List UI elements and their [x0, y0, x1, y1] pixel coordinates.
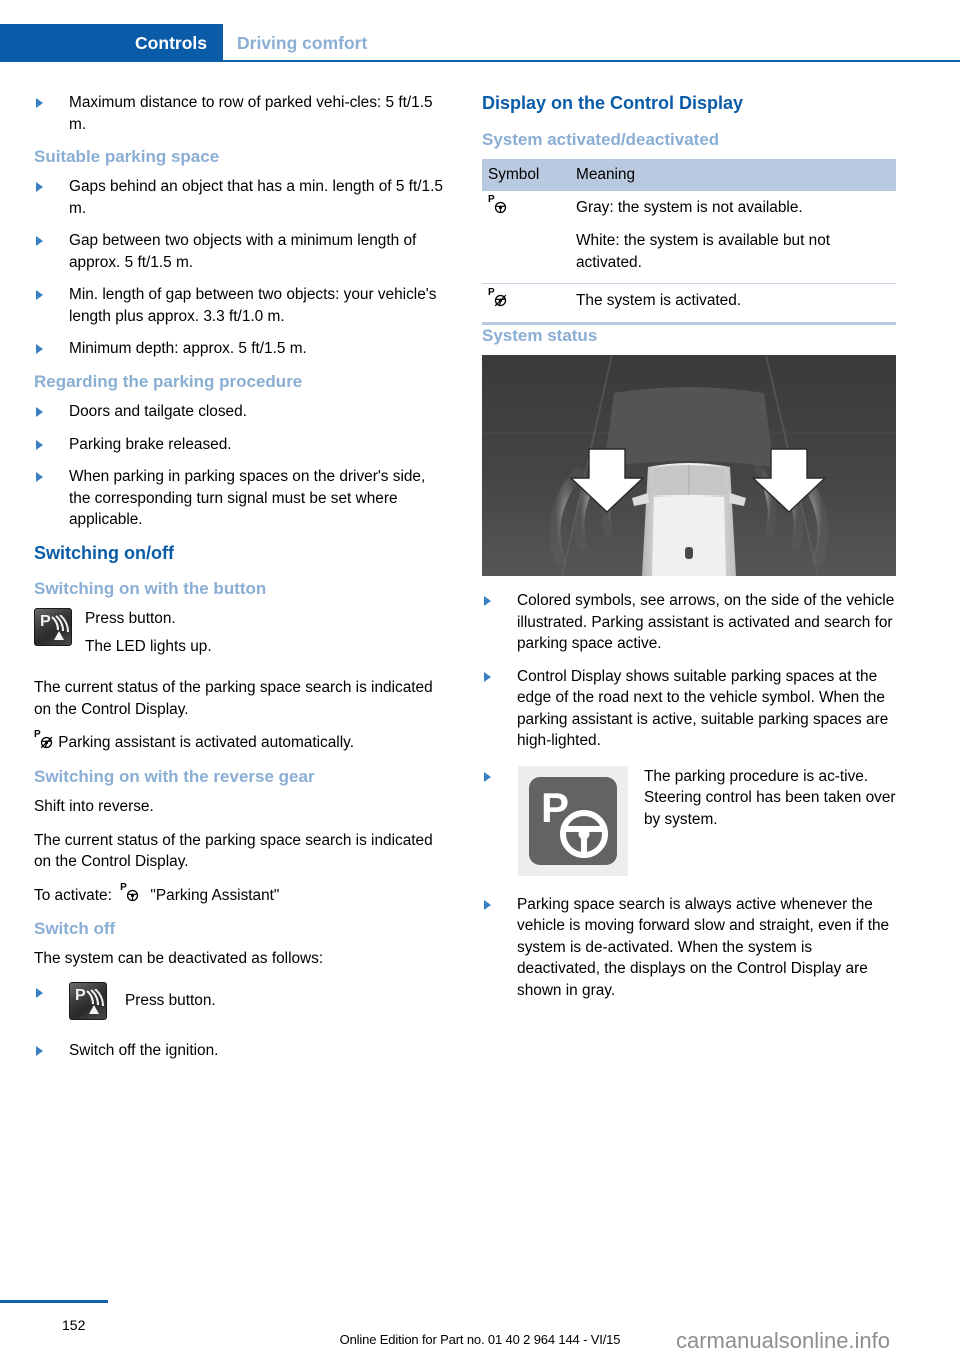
triangle-bullet-icon — [484, 671, 491, 682]
list-item-label: Gap between two objects with a minimum l… — [69, 232, 417, 271]
triangle-bullet-icon — [36, 407, 43, 417]
triangle-bullet-icon — [484, 899, 491, 910]
list-item-label: Switch off the ignition. — [69, 1041, 219, 1059]
parking-status-paragraph: The current status of the parking space … — [34, 679, 433, 718]
heading-switching-on-with-button: Switching on with the button — [34, 579, 267, 598]
heading-suitable-parking-space: Suitable parking space — [34, 147, 220, 166]
list-item-label: When parking in parking spaces on the dr… — [69, 468, 426, 528]
list-item-label: Parking brake released. — [69, 435, 232, 453]
header-divider — [223, 60, 960, 62]
to-activate-prefix: To activate: — [34, 886, 112, 904]
list-item-label: Maximum distance to row of parked vehi-c… — [69, 94, 433, 133]
heading-switch-off: Switch off — [34, 919, 116, 938]
shift-into-reverse-paragraph: Shift into reverse. — [34, 798, 154, 815]
auto-activated-text: Parking assistant is activated automatic… — [58, 734, 354, 752]
list-item: Control Display shows suitable parking s… — [482, 666, 896, 752]
list-item: Doors and tailgate closed. — [34, 401, 448, 423]
press-button-row: P Press button. The LED lights up. — [34, 608, 448, 657]
list-item: Gap between two objects with a minimum l… — [34, 230, 448, 273]
heading-switching-on-reverse-gear: Switching on with the reverse gear — [34, 766, 315, 786]
sonar-waves-icon — [86, 988, 104, 1014]
p-steering-wheel-tilted-icon: P — [34, 730, 54, 750]
table-cell-symbol: P — [482, 283, 570, 325]
list-item-label: Min. length of gap between two objects: … — [69, 286, 437, 325]
sonar-waves-icon — [51, 615, 69, 641]
breadcrumb-tab-driving-comfort[interactable]: Driving comfort — [237, 24, 367, 62]
triangle-bullet-icon — [36, 344, 43, 355]
meaning-line: White: the system is available but not a… — [576, 232, 831, 271]
heading-switching-on-off: Switching on/off — [34, 542, 174, 563]
p-steering-wheel-tilted-icon: P — [488, 288, 508, 308]
triangle-bullet-icon — [36, 98, 43, 108]
triangle-bullet-icon — [36, 290, 43, 301]
triangle-bullet-icon — [484, 771, 491, 782]
list-item: Parking brake released. — [34, 434, 448, 456]
tile-bullet-label: The parking procedure is ac-tive. Steeri… — [644, 767, 896, 828]
parking-assistant-button-icon[interactable]: P — [69, 981, 107, 1020]
page-header: Controls Driving comfort — [0, 24, 960, 62]
list-item: Min. length of gap between two objects: … — [34, 284, 448, 327]
table-cell-symbol: P — [482, 190, 570, 285]
switch-off-intro: The system can be deactivated as follows… — [34, 950, 324, 968]
list-item: Maximum distance to row of parked vehi-c… — [34, 92, 448, 135]
triangle-bullet-icon — [36, 987, 43, 998]
breadcrumb-tab-controls[interactable]: Controls — [0, 24, 223, 62]
table-row: P Gray: the system is not available. Whi… — [482, 190, 896, 285]
heading-system-status: System status — [482, 325, 598, 345]
press-button-label: Press button. — [85, 610, 176, 628]
system-status-illustration — [482, 355, 896, 576]
to-activate-paragraph: To activate: P "Parking Assistant" — [34, 882, 448, 907]
meaning-line: Gray: the system is not available. — [576, 198, 803, 216]
triangle-bullet-icon — [36, 472, 43, 482]
symbol-meaning-table: Symbol Meaning P Gray: the system is not… — [482, 158, 896, 325]
triangle-bullet-icon — [36, 439, 43, 450]
list-item-label: Minimum depth: approx. 5 ft/1.5 m. — [69, 340, 307, 358]
table-header-row: Symbol Meaning — [482, 158, 896, 191]
column-header-meaning: Meaning — [570, 158, 896, 191]
press-button-label: Press button. — [125, 991, 216, 1009]
column-header-symbol: Symbol — [482, 158, 570, 191]
list-item-with-tile: P The parking procedure is ac-tive. Stee… — [482, 765, 896, 876]
heading-regarding-parking-procedure: Regarding the parking procedure — [34, 371, 303, 391]
auto-activated-paragraph: P Parking assistant is activated automat… — [34, 730, 448, 754]
triangle-bullet-icon — [36, 1045, 43, 1056]
list-item-label: Control Display shows suitable parking s… — [517, 667, 889, 750]
right-column: Display on the Control Display System ac… — [482, 92, 896, 1012]
footer-divider — [0, 1300, 108, 1303]
watermark: carmanualsonline.info — [676, 1328, 891, 1353]
list-item-label: Gaps behind an object that has a min. le… — [69, 178, 443, 217]
list-item-label: Parking space search is always active wh… — [517, 895, 890, 999]
table-cell-meaning: The system is activated. — [570, 283, 896, 325]
list-item: Gaps behind an object that has a min. le… — [34, 176, 448, 219]
list-item: Colored symbols, see arrows, on the side… — [482, 590, 896, 655]
triangle-bullet-icon — [484, 596, 491, 606]
left-column: Maximum distance to row of parked vehi-c… — [34, 92, 448, 1072]
list-item: P Press button. — [34, 981, 448, 1020]
triangle-bullet-icon — [36, 236, 43, 247]
list-item: Parking space search is always active wh… — [482, 894, 896, 1002]
list-item: Switch off the ignition. — [34, 1040, 448, 1062]
to-activate-value: "Parking Assistant" — [150, 886, 280, 904]
p-steering-wheel-upright-icon: P — [488, 194, 508, 215]
parking-procedure-tile: P — [518, 765, 628, 876]
reverse-status-paragraph: The current status of the parking space … — [34, 831, 433, 871]
table-cell-meaning: Gray: the system is not available. White… — [570, 190, 896, 285]
p-steering-wheel-tile-icon: P — [529, 776, 617, 865]
parking-assistant-button-icon[interactable]: P — [34, 608, 72, 647]
list-item: Minimum depth: approx. 5 ft/1.5 m. — [34, 338, 448, 360]
table-row: P The system is activated. — [482, 283, 896, 325]
list-item-label: Colored symbols, see arrows, on the side… — [517, 592, 895, 652]
steering-wheel-icon — [560, 809, 608, 858]
triangle-bullet-icon — [36, 182, 43, 193]
list-item: When parking in parking spaces on the dr… — [34, 466, 448, 531]
p-steering-wheel-upright-icon: P — [120, 882, 140, 903]
page-number: 152 — [62, 1317, 86, 1333]
heading-system-activated-deactivated: System activated/deactivated — [482, 129, 720, 149]
meaning-line: The system is activated. — [576, 292, 742, 310]
led-lights-up-label: The LED lights up. — [85, 637, 212, 655]
heading-display-on-control-display: Display on the Control Display — [482, 93, 744, 113]
list-item-label: Doors and tailgate closed. — [69, 403, 247, 420]
